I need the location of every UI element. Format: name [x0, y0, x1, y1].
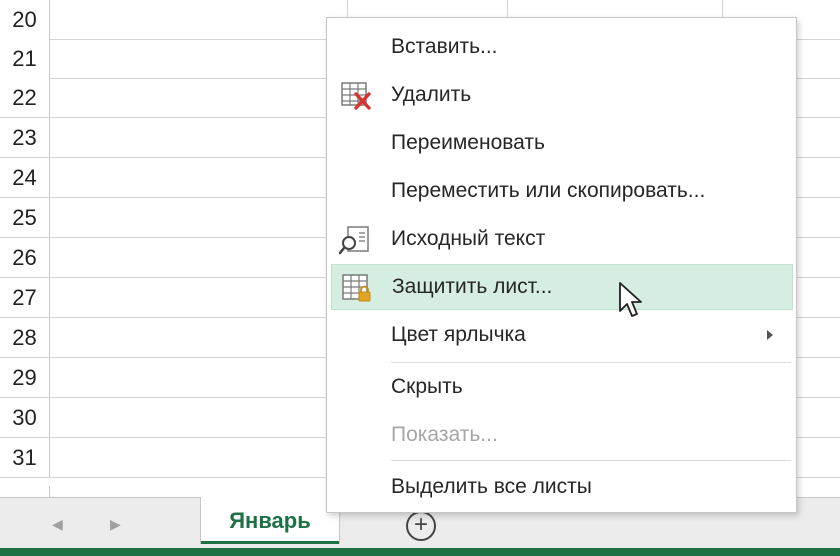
sheet-context-menu: Вставить... Удалить Переименовать Переме… [326, 17, 797, 513]
row-header[interactable]: 26 [0, 238, 50, 277]
row-header[interactable]: 27 [0, 278, 50, 317]
menu-item-label: Цвет ярлычка [391, 323, 526, 346]
plus-icon: + [413, 511, 428, 538]
row-header[interactable]: 21 [0, 39, 50, 78]
menu-item-delete[interactable]: Удалить [331, 72, 793, 118]
sheet-tab-label: Январь [229, 507, 311, 533]
menu-separator [391, 362, 791, 363]
menu-item-label: Выделить все листы [391, 475, 592, 498]
menu-item-label: Показать... [391, 423, 498, 446]
scroll-tabs-right-icon[interactable]: ▶ [110, 516, 121, 533]
row-header[interactable]: 32 [0, 486, 50, 497]
row-header[interactable]: 23 [0, 118, 50, 157]
add-sheet-button[interactable]: + [406, 511, 436, 541]
menu-item-label: Вставить... [391, 35, 498, 58]
row-header[interactable]: 22 [0, 78, 50, 117]
menu-item-move-copy[interactable]: Переместить или скопировать... [331, 168, 793, 214]
scroll-tabs-left-icon[interactable]: ◀ [52, 516, 63, 533]
row-header[interactable]: 31 [0, 438, 50, 477]
row-header[interactable]: 29 [0, 358, 50, 397]
menu-item-unhide: Показать... [331, 412, 793, 458]
row-header[interactable]: 30 [0, 398, 50, 437]
view-code-icon [339, 226, 369, 255]
menu-item-label: Удалить [391, 83, 472, 106]
row-header[interactable]: 20 [0, 0, 50, 39]
menu-item-select-all-sheets[interactable]: Выделить все листы [331, 464, 793, 510]
menu-item-hide[interactable]: Скрыть [331, 364, 793, 410]
menu-item-view-code[interactable]: Исходный текст [331, 216, 793, 262]
menu-item-rename[interactable]: Переименовать [331, 120, 793, 166]
submenu-arrow-icon [767, 330, 773, 340]
menu-item-protect-sheet[interactable]: Защитить лист... [331, 264, 793, 310]
menu-item-tab-color[interactable]: Цвет ярлычка [331, 312, 793, 358]
delete-sheet-icon [341, 82, 371, 110]
mouse-pointer-icon [619, 282, 642, 317]
menu-separator [391, 460, 791, 461]
row-header[interactable]: 24 [0, 158, 50, 197]
menu-item-label: Переименовать [391, 131, 545, 154]
row-header[interactable]: 28 [0, 318, 50, 357]
protect-sheet-icon [342, 274, 371, 302]
menu-item-label: Скрыть [391, 375, 463, 398]
menu-item-label: Переместить или скопировать... [391, 179, 706, 202]
menu-item-label: Защитить лист... [392, 275, 553, 298]
menu-item-insert[interactable]: Вставить... [331, 24, 793, 70]
status-bar [0, 548, 840, 556]
sheet-tab-january[interactable]: Январь [200, 497, 340, 544]
menu-item-label: Исходный текст [391, 227, 546, 250]
row-header[interactable]: 25 [0, 198, 50, 237]
